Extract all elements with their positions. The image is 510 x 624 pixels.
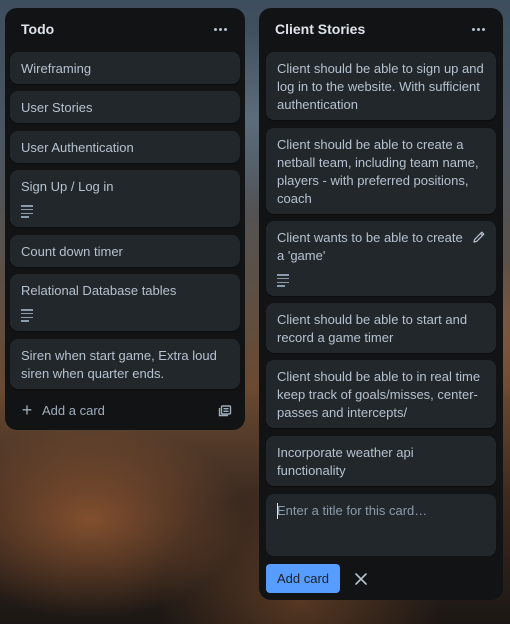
card-user-stories[interactable]: User Stories bbox=[10, 91, 240, 123]
card-title-input[interactable] bbox=[277, 502, 485, 548]
more-horizontal-icon[interactable] bbox=[209, 18, 231, 40]
card-title: Count down timer bbox=[21, 244, 123, 259]
card-user-authentication[interactable]: User Authentication bbox=[10, 131, 240, 163]
card-title: Sign Up / Log in bbox=[21, 179, 114, 194]
list-title[interactable]: Todo bbox=[21, 21, 54, 37]
card-title: Client should be able to start and recor… bbox=[277, 312, 468, 345]
add-card-label: Add a card bbox=[42, 402, 105, 418]
card-title: Client should be able to sign up and log… bbox=[277, 61, 484, 112]
plus-icon: + bbox=[21, 400, 33, 420]
card-weather-api-story[interactable]: Incorporate weather api functionality bbox=[266, 436, 496, 486]
add-card-button[interactable]: Add card bbox=[266, 564, 341, 593]
add-card-button[interactable]: + Add a card bbox=[20, 401, 105, 419]
card-relational-database-tables[interactable]: Relational Database tables bbox=[10, 274, 240, 331]
text-caret bbox=[277, 503, 278, 519]
composer-actions: Add card bbox=[266, 564, 372, 593]
card-wireframing[interactable]: Wireframing bbox=[10, 52, 240, 84]
list-title[interactable]: Client Stories bbox=[275, 21, 365, 37]
description-lines-icon bbox=[21, 309, 33, 322]
card-title: User Authentication bbox=[21, 140, 134, 155]
card-real-time-tracking-story[interactable]: Client should be able to in real time ke… bbox=[266, 360, 496, 428]
card-title: Siren when start game, Extra loud siren … bbox=[21, 348, 217, 381]
card-title: Relational Database tables bbox=[21, 283, 177, 298]
card-sign-up-story[interactable]: Client should be able to sign up and log… bbox=[266, 52, 496, 120]
card-title: Incorporate weather api functionality bbox=[277, 445, 414, 478]
list-client-stories: Client Stories Client should be able to … bbox=[259, 8, 503, 600]
card-create-team-story[interactable]: Client should be able to create a netbal… bbox=[266, 128, 496, 214]
list-todo: Todo Wireframing User Stories User Authe… bbox=[5, 8, 245, 430]
card-siren[interactable]: Siren when start game, Extra loud siren … bbox=[10, 339, 240, 389]
list-header: Client Stories bbox=[259, 8, 503, 50]
card-title: Client wants to be able to create a 'gam… bbox=[277, 230, 463, 263]
card-title: Client should be able to in real time ke… bbox=[277, 369, 481, 420]
card-title: Wireframing bbox=[21, 61, 92, 76]
card-create-game-story[interactable]: Client wants to be able to create a 'gam… bbox=[266, 221, 496, 296]
card-game-timer-story[interactable]: Client should be able to start and recor… bbox=[266, 303, 496, 353]
card-count-down-timer[interactable]: Count down timer bbox=[10, 235, 240, 267]
add-card-row: + Add a card bbox=[10, 394, 240, 426]
close-icon[interactable] bbox=[350, 568, 372, 590]
description-lines-icon bbox=[277, 274, 289, 287]
card-composer bbox=[266, 494, 496, 556]
more-horizontal-icon[interactable] bbox=[467, 18, 489, 40]
description-lines-icon bbox=[21, 205, 33, 218]
list-header: Todo bbox=[5, 8, 245, 50]
card-title: User Stories bbox=[21, 100, 93, 115]
card-title: Client should be able to create a netbal… bbox=[277, 137, 479, 206]
pencil-icon[interactable] bbox=[472, 230, 486, 244]
card-sign-up-log-in[interactable]: Sign Up / Log in bbox=[10, 170, 240, 227]
card-template-icon[interactable] bbox=[218, 403, 232, 417]
